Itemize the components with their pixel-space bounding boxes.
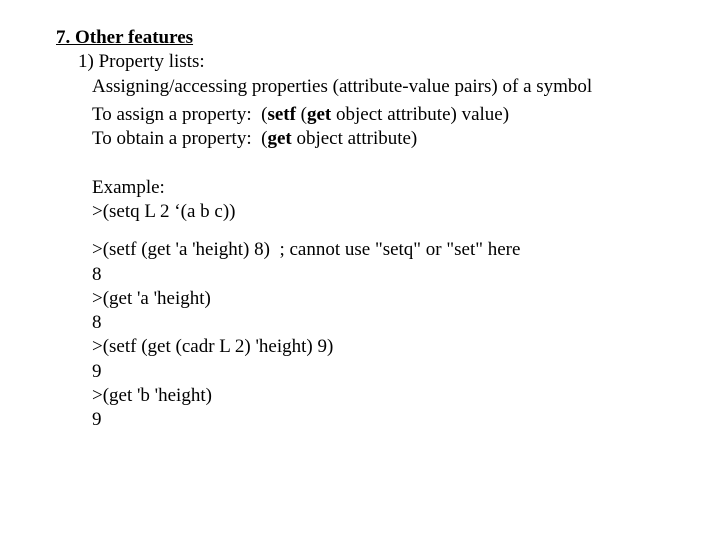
assign-prefix: To assign a property: ( (92, 104, 267, 125)
example-l5: 8 (56, 311, 720, 335)
example-l2: >(setf (get 'a 'height) 8) ; cannot use … (56, 238, 720, 262)
item-desc: Assigning/accessing properties (attribut… (56, 75, 720, 99)
example-l4: >(get 'a 'height) (56, 287, 720, 311)
obtain-prefix: To obtain a property: ( (92, 128, 267, 149)
example-l3: 8 (56, 263, 720, 287)
item-title: 1) Property lists: (56, 50, 720, 74)
example-label: Example: (56, 176, 720, 200)
assign-line: To assign a property: (setf (get object … (56, 103, 720, 127)
assign-setf: setf (267, 104, 295, 125)
obtain-line: To obtain a property: (get object attrib… (56, 127, 720, 151)
assign-mid: ( (296, 104, 307, 125)
section-heading-text: 7. Other features (56, 27, 193, 48)
example-l1: >(setq L 2 ‘(a b c)) (56, 200, 720, 224)
obtain-get: get (267, 128, 291, 149)
page-body: 7. Other features 1) Property lists: Ass… (0, 0, 720, 433)
obtain-suffix: object attribute) (292, 128, 418, 149)
section-heading: 7. Other features (56, 26, 720, 50)
example-l9: 9 (56, 408, 720, 432)
assign-get: get (307, 104, 331, 125)
example-l8: >(get 'b 'height) (56, 384, 720, 408)
example-l6: >(setf (get (cadr L 2) 'height) 9) (56, 335, 720, 359)
assign-suffix: object attribute) value) (331, 104, 509, 125)
example-l7: 9 (56, 360, 720, 384)
